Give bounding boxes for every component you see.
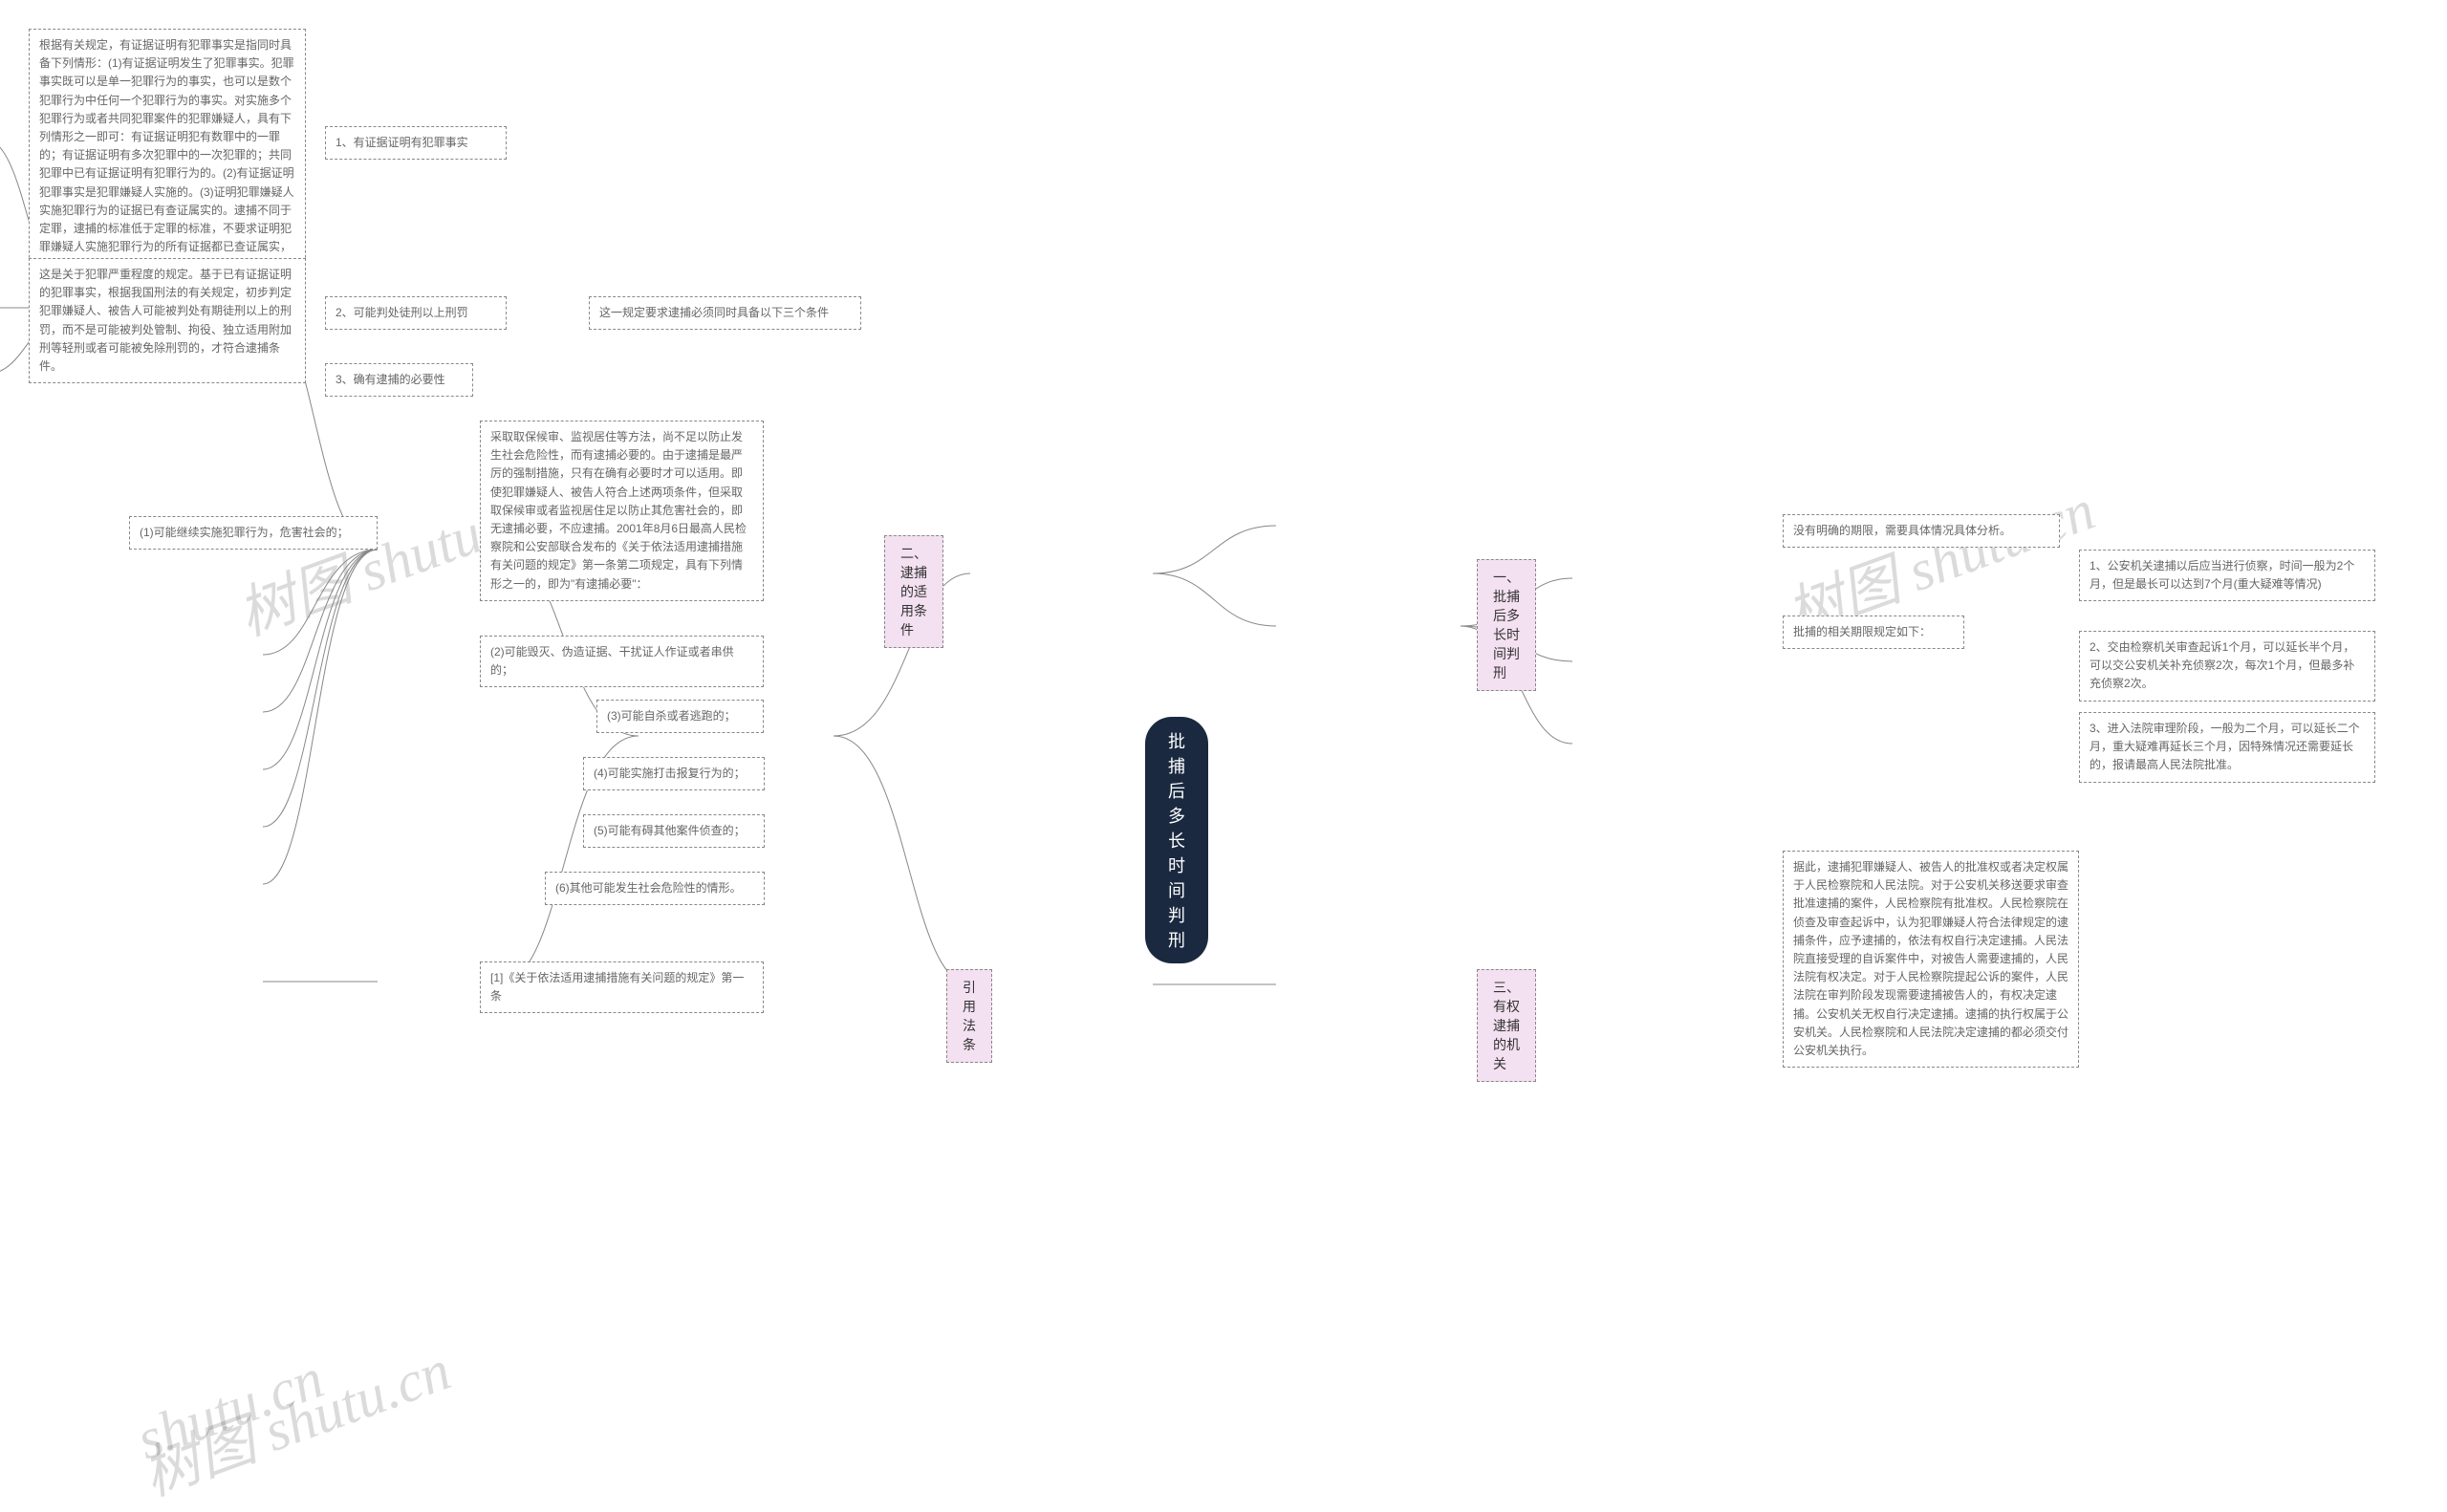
leaf-reference: [1]《关于依法适用逮捕措施有关问题的规定》第一条	[480, 961, 764, 1013]
leaf-necessity-3: (3)可能自杀或者逃跑的；	[596, 700, 764, 733]
leaf-necessity-5: (5)可能有碍其他案件侦查的；	[583, 814, 765, 848]
leaf-rule-2: 2、交由检察机关审查起诉1个月，可以延长半个月，可以交公安机关补充侦察2次，每次…	[2079, 631, 2375, 702]
leaf-term-rules: 批捕的相关期限规定如下：	[1783, 616, 1964, 649]
branch-section-2: 二、逮捕的适用条件	[884, 535, 943, 648]
leaf-cond-1-detail: 根据有关规定，有证据证明有犯罪事实是指同时具备下列情形：(1)有证据证明发生了犯…	[29, 29, 306, 282]
leaf-necessity-2: (2)可能毁灭、伪造证据、干扰证人作证或者串供的；	[480, 636, 764, 687]
branch-section-4: 引用法条	[946, 969, 992, 1063]
leaf-rule-1: 1、公安机关逮捕以后应当进行侦察，时间一般为2个月，但是最长可以达到7个月(重大…	[2079, 550, 2375, 601]
branch-section-1: 一、批捕后多长时间判刑	[1477, 559, 1536, 691]
leaf-necessity-intro: 采取取保候审、监视居住等方法，尚不足以防止发生社会危险性，而有逮捕必要的。由于逮…	[480, 421, 764, 601]
root-node: 批捕后多长时间判刑	[1145, 717, 1208, 963]
leaf-necessity-4: (4)可能实施打击报复行为的；	[583, 757, 765, 790]
leaf-rule-3: 3、进入法院审理阶段，一般为二个月，可以延长二个月，重大疑难再延长三个月，因特殊…	[2079, 712, 2375, 783]
watermark: shutu.cn	[128, 1346, 332, 1474]
leaf-no-fixed-term: 没有明确的期限，需要具体情况具体分析。	[1783, 514, 2060, 548]
leaf-necessity-1: (1)可能继续实施犯罪行为，危害社会的；	[129, 516, 378, 550]
leaf-three-conditions: 这一规定要求逮捕必须同时具备以下三个条件	[589, 296, 861, 330]
leaf-cond-1: 1、有证据证明有犯罪事实	[325, 126, 507, 160]
leaf-cond-2: 2、可能判处徒刑以上刑罚	[325, 296, 507, 330]
branch-section-3: 三、有权逮捕的机关	[1477, 969, 1536, 1082]
leaf-necessity-6: (6)其他可能发生社会危险性的情形。	[545, 872, 765, 905]
leaf-cond-3: 3、确有逮捕的必要性	[325, 363, 473, 397]
watermark: 树图 shutu.cn	[129, 1324, 460, 1512]
leaf-cond-2-detail: 这是关于犯罪严重程度的规定。基于已有证据证明的犯罪事实，根据我国刑法的有关规定，…	[29, 258, 306, 383]
leaf-authority-detail: 据此，逮捕犯罪嫌疑人、被告人的批准权或者决定权属于人民检察院和人民法院。对于公安…	[1783, 851, 2079, 1068]
